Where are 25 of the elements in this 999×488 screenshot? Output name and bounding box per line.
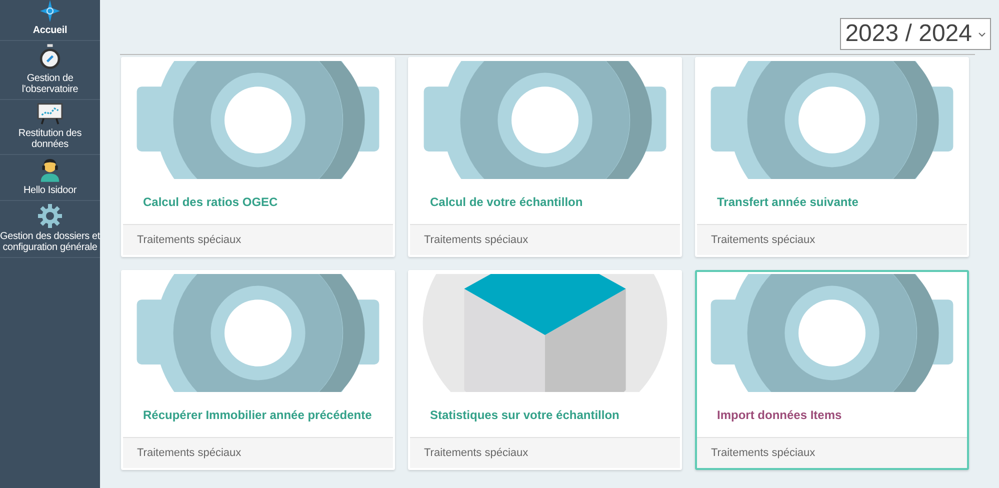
card-title: Calcul des ratios OGEC: [142, 194, 279, 210]
card-title: Statistiques sur votre échantillon: [429, 406, 620, 424]
card-footer: Traitements spéciaux: [697, 437, 967, 468]
headset-person-icon: [39, 158, 61, 182]
card-footer: Traitements spéciaux: [410, 437, 680, 468]
card[interactable]: Récupérer Immobilier année précédente Traitements spéciaux: [121, 270, 395, 470]
compass-star-icon: [38, 0, 62, 22]
year-select[interactable]: 2023 / 2024: [840, 18, 991, 50]
nav-item[interactable]: Restitution des données: [0, 100, 100, 155]
card-footer: Traitements spéciaux: [697, 224, 967, 255]
card-title: Import données Items: [716, 406, 843, 424]
chart-board-icon: [37, 103, 63, 125]
card-footer: Traitements spéciaux: [123, 224, 393, 255]
card[interactable]: Transfert année suivante Traitements spéciaux: [695, 57, 969, 257]
caret-icon: [978, 32, 986, 36]
card[interactable]: Statistiques sur votre échantillon Traitements spéciaux: [408, 270, 682, 470]
card-title: Transfert année suivante: [716, 194, 860, 210]
stopwatch-icon: [39, 44, 61, 70]
card-footer: Traitements spéciaux: [410, 224, 680, 255]
card-title: Calcul de votre échantillon: [429, 194, 584, 210]
card[interactable]: Calcul des ratios OGEC Traitements spéciaux: [121, 57, 395, 257]
card[interactable]: Calcul de votre échantillon Traitements spéciaux: [408, 57, 682, 257]
card-title: Récupérer Immobilier année précédente: [142, 406, 373, 424]
card-footer: Traitements spéciaux: [123, 437, 393, 468]
card[interactable]: Import données Items Traitements spéciaux: [695, 270, 969, 470]
